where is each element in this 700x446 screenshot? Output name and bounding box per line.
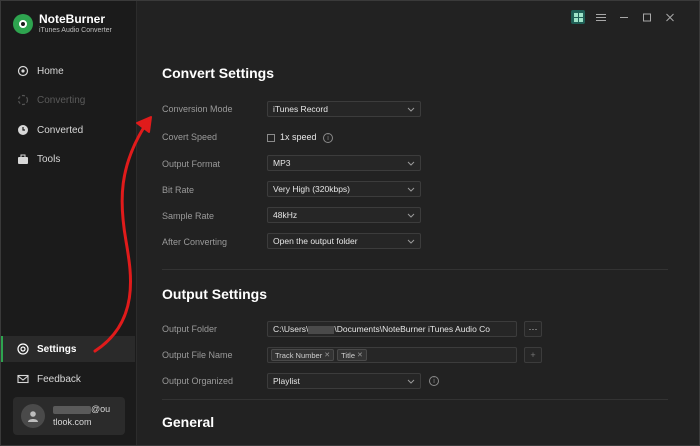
sidebar-item-label: Feedback — [37, 373, 81, 385]
sidebar-item-tools[interactable]: Tools — [1, 146, 135, 172]
general-title: General — [162, 414, 215, 430]
output-format-select[interactable]: MP3 — [267, 155, 421, 171]
info-icon[interactable]: i — [429, 376, 439, 386]
covert-speed-label: Covert Speed — [162, 132, 218, 142]
sidebar-item-label: Home — [37, 65, 64, 77]
bit-rate-label: Bit Rate — [162, 185, 195, 195]
chevron-down-icon — [407, 239, 415, 244]
conversion-mode-label: Conversion Mode — [162, 104, 233, 114]
sidebar-item-feedback[interactable]: Feedback — [1, 366, 135, 392]
output-organized-label: Output Organized — [162, 376, 234, 386]
sidebar-item-home[interactable]: Home — [1, 58, 135, 84]
sidebar-item-converting[interactable]: Converting — [1, 87, 135, 113]
section-divider — [162, 269, 668, 270]
info-icon[interactable]: i — [323, 133, 333, 143]
redacted-username — [53, 405, 91, 414]
clock-icon — [17, 124, 29, 136]
after-converting-label: After Converting — [162, 237, 228, 247]
app-window: NoteBurner iTunes Audio Converter Home C… — [0, 0, 700, 446]
sidebar: NoteBurner iTunes Audio Converter Home C… — [1, 1, 137, 445]
chevron-down-icon — [407, 161, 415, 166]
output-file-name-label: Output File Name — [162, 350, 233, 360]
account-card[interactable]: @ou tlook.com — [13, 397, 125, 435]
account-email: @ou tlook.com — [53, 404, 111, 427]
mail-icon — [17, 373, 29, 385]
chevron-down-icon — [407, 379, 415, 384]
output-settings-title: Output Settings — [162, 286, 267, 302]
chevron-down-icon — [407, 107, 415, 112]
chevron-down-icon — [407, 187, 415, 192]
redacted-username — [308, 325, 335, 334]
section-divider — [162, 399, 668, 400]
toolbox-icon — [17, 153, 29, 165]
after-converting-select[interactable]: Open the output folder — [267, 233, 421, 249]
sidebar-item-settings[interactable]: Settings — [1, 336, 135, 362]
speed-checkbox[interactable] — [267, 134, 275, 142]
output-file-name-field[interactable]: Track Number ✕ Title ✕ — [267, 347, 517, 363]
browse-folder-button[interactable]: ··· — [524, 321, 542, 337]
remove-tag-icon[interactable]: ✕ — [324, 351, 330, 359]
remove-tag-icon[interactable]: ✕ — [357, 351, 363, 359]
output-organized-select[interactable]: Playlist — [267, 373, 421, 389]
tag-track-number[interactable]: Track Number ✕ — [271, 349, 335, 361]
app-name: NoteBurner — [39, 12, 106, 26]
noteburner-logo-icon — [13, 14, 33, 34]
output-folder-label: Output Folder — [162, 324, 218, 334]
settings-panel: Convert Settings Conversion Mode iTunes … — [138, 1, 699, 445]
brand: NoteBurner iTunes Audio Converter — [13, 13, 112, 35]
settings-icon — [17, 343, 29, 355]
sidebar-item-label: Settings — [37, 343, 77, 355]
speed-option-label: 1x speed — [280, 132, 317, 142]
home-icon — [17, 65, 29, 77]
sidebar-item-label: Tools — [37, 153, 61, 165]
app-subtitle: iTunes Audio Converter — [39, 27, 112, 34]
output-folder-field[interactable]: C:\Users\ \Documents\NoteBurner iTunes Au… — [267, 321, 517, 337]
bit-rate-select[interactable]: Very High (320kbps) — [267, 181, 421, 197]
sample-rate-label: Sample Rate — [162, 211, 215, 221]
add-tag-button[interactable]: + — [524, 347, 542, 363]
sidebar-item-label: Converting — [37, 94, 86, 106]
tag-title[interactable]: Title ✕ — [337, 349, 367, 361]
sidebar-item-converted[interactable]: Converted — [1, 117, 135, 143]
conversion-mode-select[interactable]: iTunes Record — [267, 101, 421, 117]
user-icon — [28, 411, 38, 422]
converting-icon — [17, 94, 29, 106]
avatar — [21, 404, 45, 428]
chevron-down-icon — [407, 213, 415, 218]
output-format-label: Output Format — [162, 159, 221, 169]
sidebar-item-label: Converted — [37, 124, 84, 136]
sample-rate-select[interactable]: 48kHz — [267, 207, 421, 223]
convert-settings-title: Convert Settings — [162, 65, 275, 81]
